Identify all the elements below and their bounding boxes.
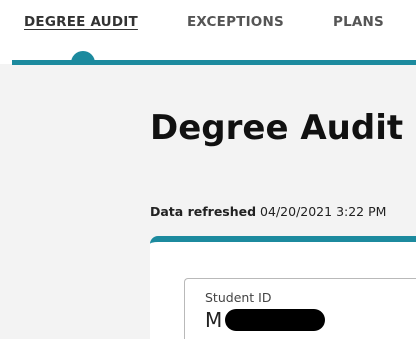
data-refreshed-value: 04/20/2021 3:22 PM — [260, 204, 387, 219]
top-navigation-bar: DEGREE AUDIT EXCEPTIONS PLANS — [0, 0, 416, 64]
data-refreshed-info: Data refreshed 04/20/2021 3:22 PM — [150, 204, 386, 219]
student-id-value[interactable]: M — [205, 308, 222, 332]
student-id-label: Student ID — [205, 290, 272, 305]
tab-plans[interactable]: PLANS — [333, 14, 384, 30]
data-refreshed-label: Data refreshed — [150, 204, 257, 219]
page-title: Degree Audit — [150, 108, 404, 148]
tab-degree-audit[interactable]: DEGREE AUDIT — [24, 14, 138, 30]
tab-exceptions[interactable]: EXCEPTIONS — [187, 14, 284, 30]
redaction-mark — [225, 309, 325, 331]
